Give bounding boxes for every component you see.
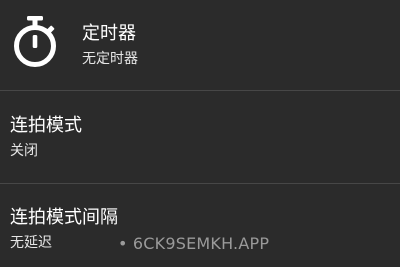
- watermark-text: • 6CK9SEMKH.APP: [118, 234, 270, 253]
- burst-interval-setting-row[interactable]: 连拍模式间隔 无延迟: [0, 184, 400, 267]
- timer-title: 定时器: [82, 23, 136, 44]
- burst-mode-value: 关闭: [10, 143, 38, 159]
- settings-list: 定时器 无定时器 连拍模式 关闭 连拍模式间隔 无延迟 • 6CK9SEMKH.…: [0, 0, 400, 267]
- timer-setting-row[interactable]: 定时器 无定时器: [0, 0, 400, 90]
- burst-mode-title: 连拍模式: [10, 115, 82, 136]
- burst-mode-setting-row[interactable]: 连拍模式 关闭: [0, 91, 400, 183]
- timer-value: 无定时器: [82, 51, 138, 67]
- stopwatch-icon: [10, 15, 60, 71]
- burst-interval-value: 无延迟: [10, 235, 52, 251]
- burst-interval-title: 连拍模式间隔: [10, 207, 118, 228]
